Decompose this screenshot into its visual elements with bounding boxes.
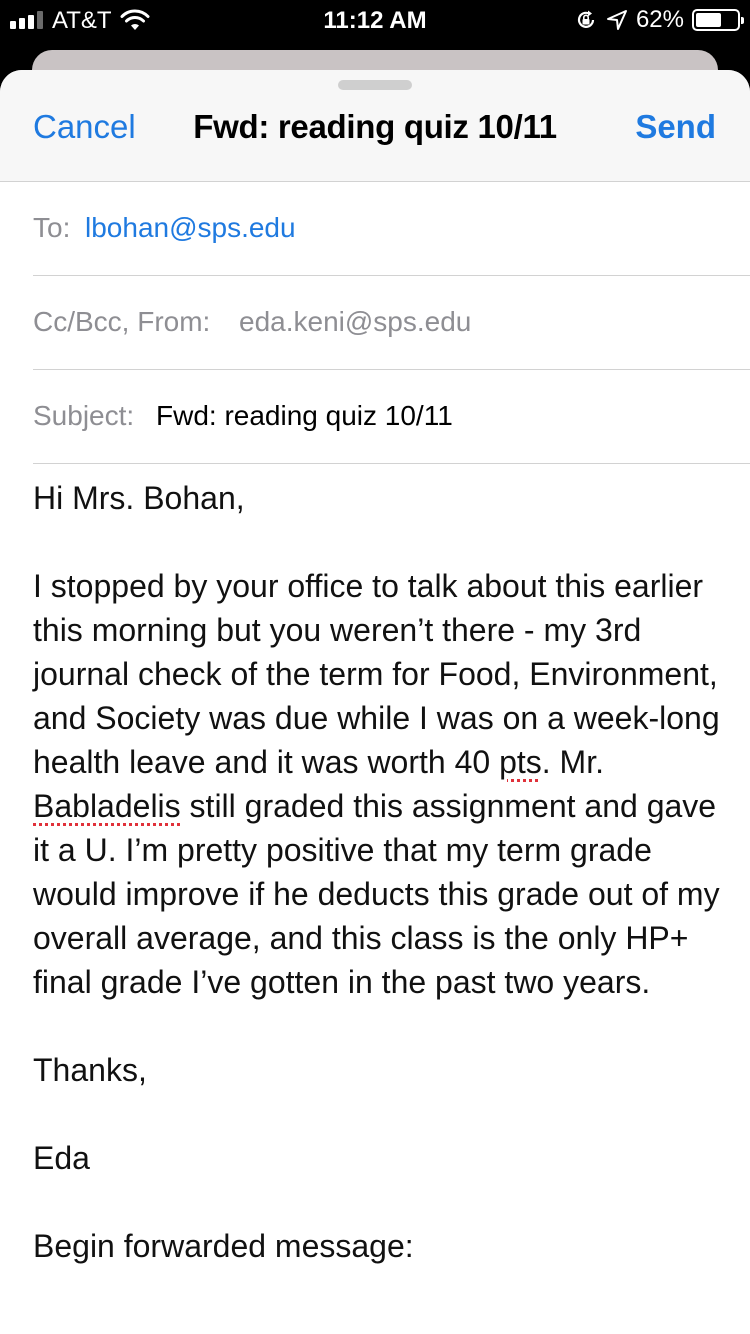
to-field[interactable]: To: lbohan@sps.edu [33, 182, 750, 276]
body-text-part: . Mr. [541, 744, 604, 780]
subject-field[interactable]: Subject: Fwd: reading quiz 10/11 [33, 370, 750, 464]
send-button[interactable]: Send [635, 108, 716, 146]
sheet-grabber[interactable] [338, 80, 412, 90]
status-bar: AT&T 11:12 AM 62% [0, 0, 750, 40]
message-body[interactable]: Hi Mrs. Bohan, I stopped by your office … [33, 476, 723, 1268]
signature: Eda [33, 1140, 90, 1176]
compose-nav-bar: Cancel Fwd: reading quiz 10/11 Send [0, 70, 750, 182]
location-icon [606, 10, 627, 30]
forwarded-message-header: Begin forwarded message: [33, 1228, 414, 1264]
to-recipient[interactable]: lbohan@sps.edu [85, 212, 296, 244]
misspelled-word[interactable]: pts [499, 744, 542, 780]
body-text-part: I stopped by your office to talk about t… [33, 568, 720, 780]
battery-level [696, 13, 721, 27]
signoff: Thanks, [33, 1052, 147, 1088]
rotation-lock-icon [577, 10, 595, 28]
battery-icon [692, 9, 744, 31]
cc-bcc-from-field[interactable]: Cc/Bcc, From: eda.keni@sps.edu [33, 276, 750, 370]
body-paragraph: I stopped by your office to talk about t… [33, 564, 723, 1004]
from-address[interactable]: eda.keni@sps.edu [239, 306, 471, 338]
battery-percent: 62% [635, 6, 684, 33]
greeting: Hi Mrs. Bohan, [33, 480, 245, 516]
subject-label: Subject: [33, 400, 135, 431]
to-label: To: [33, 212, 71, 243]
subject-input[interactable]: Fwd: reading quiz 10/11 [156, 400, 453, 432]
cc-bcc-from-label: Cc/Bcc, From: [33, 306, 211, 337]
misspelled-word[interactable]: Babladelis [33, 788, 181, 824]
